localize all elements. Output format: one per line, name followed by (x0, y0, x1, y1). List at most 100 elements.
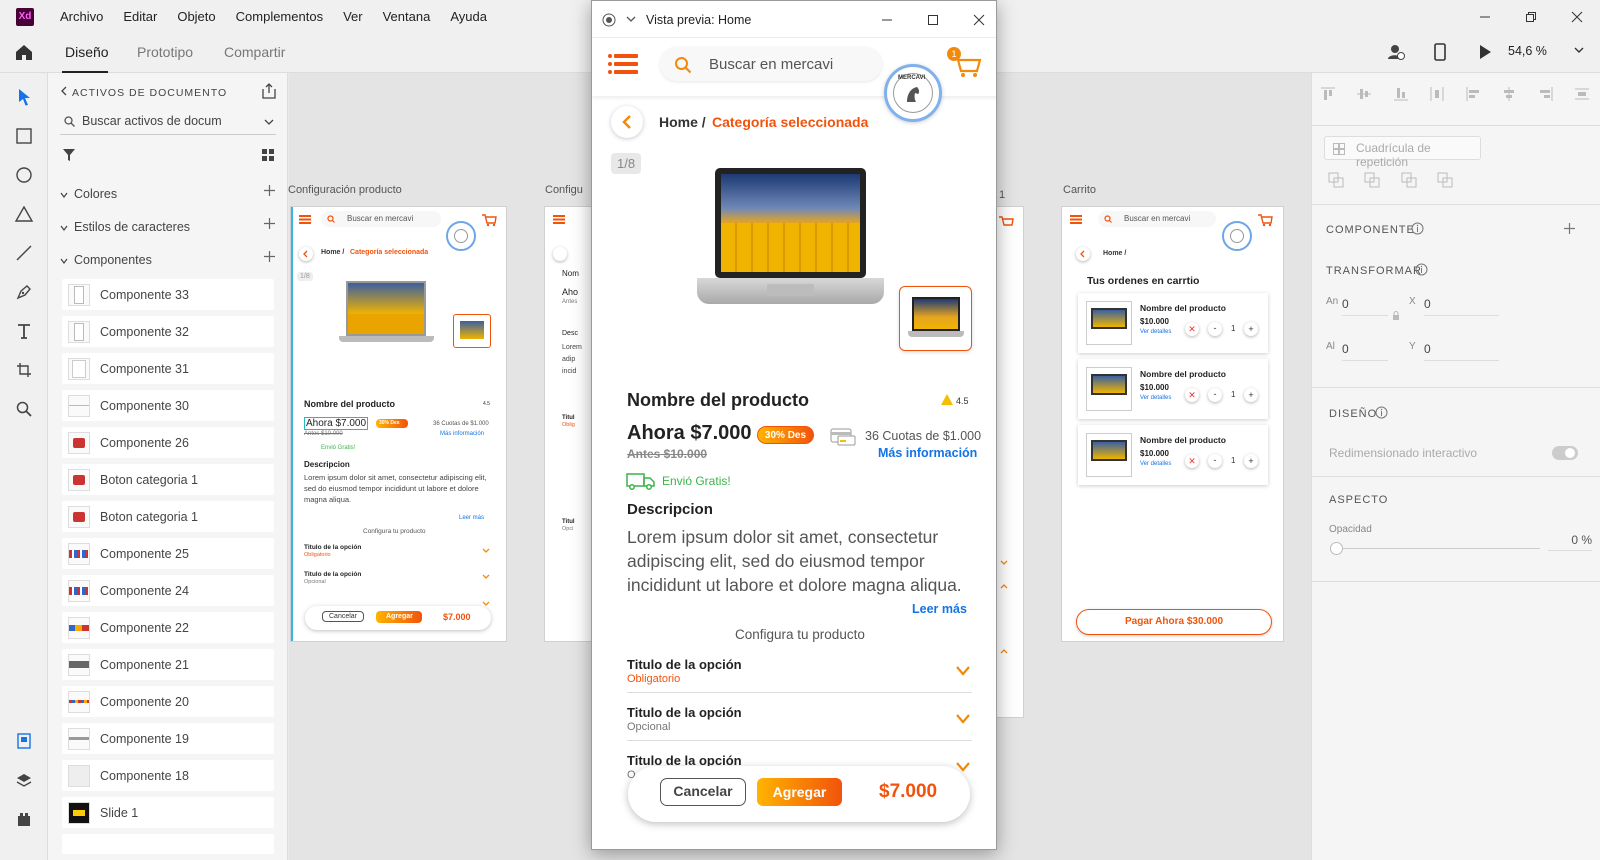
search-input[interactable]: Buscar en mercavi (660, 47, 882, 81)
cancel-button[interactable]: Cancelar (660, 778, 746, 806)
component-item[interactable]: Componente 24 (62, 575, 274, 606)
device-preview-icon[interactable] (1433, 43, 1447, 61)
x-field[interactable]: 0 (1424, 297, 1499, 316)
option-row[interactable]: Titulo de la opción Obligatorio (627, 653, 972, 693)
component-item[interactable]: Componente 21 (62, 649, 274, 680)
add-component-icon[interactable] (264, 251, 275, 262)
artboard-tool-icon[interactable] (12, 358, 36, 382)
component-item[interactable]: Componente 30 (62, 390, 274, 421)
align-right-icon[interactable] (1538, 86, 1554, 108)
artboard-label[interactable]: Configuración producto (288, 184, 402, 196)
artboard-carrito[interactable]: Buscar en mercavi Home / Tus ordenes en … (1061, 206, 1284, 642)
chevron-down-icon[interactable] (1574, 46, 1584, 54)
tab-compartir[interactable]: Compartir (224, 44, 285, 60)
opacity-slider[interactable] (1336, 548, 1540, 549)
component-item[interactable]: Componente 25 (62, 538, 274, 569)
plugins-icon[interactable] (12, 807, 36, 831)
line-tool-icon[interactable] (12, 241, 36, 265)
layers-icon[interactable] (12, 768, 36, 792)
intersect-icon[interactable] (1401, 172, 1417, 190)
decrement-button[interactable]: - (1208, 454, 1222, 468)
grid-view-icon[interactable] (261, 148, 275, 162)
artboard-2[interactable]: Nom Aho Antes Desc Lorem adip incid Titu… (544, 206, 594, 642)
restore-button[interactable] (1508, 0, 1554, 33)
assets-icon[interactable] (12, 729, 36, 753)
component-item[interactable]: Componente 18 (62, 760, 274, 791)
close-button[interactable] (1554, 0, 1600, 33)
resize-toggle[interactable] (1552, 446, 1578, 460)
width-field[interactable]: 0 (1342, 297, 1388, 316)
component-item[interactable]: Componente 31 (62, 353, 274, 384)
increment-button[interactable]: + (1244, 322, 1258, 336)
menu-editar[interactable]: Editar (123, 9, 157, 24)
option-row[interactable]: Titulo de la opción Opcional (627, 701, 972, 741)
component-item[interactable]: Boton categoria 1 (62, 501, 274, 532)
hamburger-menu-icon[interactable] (608, 54, 638, 74)
read-more-link[interactable]: Leer más (912, 602, 967, 616)
y-field[interactable]: 0 (1424, 342, 1499, 361)
breadcrumb-category[interactable]: Categoría seleccionada (712, 114, 868, 130)
play-icon[interactable] (1478, 44, 1492, 60)
component-item[interactable]: Componente 32 (62, 316, 274, 347)
mini-search[interactable]: Buscar en mercavi (321, 211, 441, 227)
increment-button[interactable]: + (1244, 388, 1258, 402)
ellipse-tool-icon[interactable] (12, 163, 36, 187)
decrement-button[interactable]: - (1208, 322, 1222, 336)
remove-item-button[interactable]: ✕ (1185, 454, 1199, 468)
menu-ver[interactable]: Ver (343, 9, 363, 24)
thumbnail-selected[interactable] (453, 314, 491, 348)
section-estilos[interactable]: Estilos de caracteres (60, 220, 190, 234)
component-item[interactable]: Slide 1 (62, 797, 274, 828)
thumbnail-selected[interactable] (899, 286, 972, 351)
component-item[interactable]: Componente 22 (62, 612, 274, 643)
pen-tool-icon[interactable] (12, 280, 36, 304)
align-bottom-icon[interactable] (1393, 86, 1409, 108)
component-item[interactable]: Componente 26 (62, 427, 274, 458)
user-share-icon[interactable] (1387, 43, 1405, 61)
menu-ayuda[interactable]: Ayuda (450, 9, 487, 24)
menu-objeto[interactable]: Objeto (177, 9, 215, 24)
height-field[interactable]: 0 (1342, 342, 1388, 361)
filter-icon[interactable] (62, 148, 76, 162)
component-item[interactable]: Componente 20 (62, 686, 274, 717)
tab-prototipo[interactable]: Prototipo (137, 44, 193, 60)
add-color-icon[interactable] (264, 185, 275, 196)
tab-diseno[interactable]: Diseño (65, 44, 109, 60)
cart-search[interactable]: Buscar en mercavi (1098, 211, 1216, 227)
back-button[interactable] (299, 247, 313, 261)
back-chevron-icon[interactable] (60, 86, 68, 96)
product-image[interactable] (697, 168, 884, 306)
opacity-field[interactable]: 0 % (1548, 533, 1592, 551)
minimize-button[interactable] (1462, 0, 1508, 33)
remove-item-button[interactable]: ✕ (1185, 322, 1199, 336)
assets-search-field[interactable]: Buscar activos de docum (60, 109, 276, 135)
more-info-link[interactable]: Más información (878, 446, 977, 460)
mini-add-button[interactable]: Agregar (376, 611, 422, 623)
align-center-icon[interactable] (1501, 86, 1517, 108)
back-button[interactable] (553, 247, 567, 261)
artboard-configuracion[interactable]: Buscar en mercavi Home / Categoría selec… (290, 206, 507, 642)
add-button[interactable]: Agregar (757, 778, 842, 806)
subtract-icon[interactable] (1364, 172, 1380, 190)
align-left-icon[interactable] (1465, 86, 1481, 108)
zoom-tool-icon[interactable] (12, 397, 36, 421)
exclude-icon[interactable] (1437, 172, 1453, 190)
align-top-icon[interactable] (1320, 86, 1336, 108)
section-colores[interactable]: Colores (60, 187, 117, 201)
align-middle-icon[interactable] (1356, 86, 1372, 108)
artboard-label[interactable]: Configu (545, 184, 583, 196)
artboard-label[interactable]: Carrito (1063, 184, 1096, 196)
menu-complementos[interactable]: Complementos (236, 9, 323, 24)
cart-button[interactable]: 1 (947, 47, 983, 79)
add-style-icon[interactable] (264, 218, 275, 229)
back-button[interactable] (611, 106, 643, 138)
component-item[interactable]: Componente 33 (62, 279, 274, 310)
select-tool-icon[interactable] (12, 85, 36, 109)
component-item[interactable]: Boton categoria 1 (62, 464, 274, 495)
polygon-tool-icon[interactable] (12, 202, 36, 226)
export-icon[interactable] (262, 83, 276, 99)
rectangle-tool-icon[interactable] (12, 124, 36, 148)
component-item[interactable] (62, 834, 274, 854)
component-item[interactable]: Componente 19 (62, 723, 274, 754)
section-componentes[interactable]: Componentes (60, 253, 152, 267)
